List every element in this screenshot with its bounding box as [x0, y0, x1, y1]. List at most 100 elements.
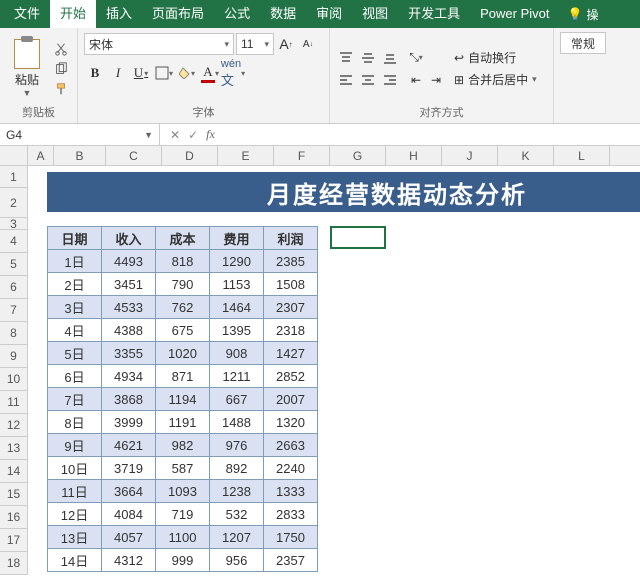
table-cell[interactable]: 908 [210, 342, 264, 365]
tab-data[interactable]: 数据 [260, 0, 306, 28]
table-cell[interactable]: 2852 [264, 365, 318, 388]
row-header[interactable]: 9 [0, 345, 28, 368]
table-cell[interactable]: 2357 [264, 549, 318, 572]
table-cell[interactable]: 1日 [48, 250, 102, 273]
row-header[interactable]: 15 [0, 483, 28, 506]
col-header[interactable]: G [330, 146, 386, 165]
bold-button[interactable]: B [84, 62, 106, 84]
row-header[interactable]: 12 [0, 414, 28, 437]
table-cell[interactable]: 2日 [48, 273, 102, 296]
phonetic-button[interactable]: wén文▾ [222, 62, 244, 84]
increase-indent-button[interactable]: ⇥ [426, 70, 446, 90]
row-header[interactable]: 4 [0, 230, 28, 253]
table-cell[interactable]: 3719 [102, 457, 156, 480]
table-cell[interactable]: 532 [210, 503, 264, 526]
row-header[interactable]: 5 [0, 253, 28, 276]
table-cell[interactable]: 3日 [48, 296, 102, 319]
table-cell[interactable]: 4934 [102, 365, 156, 388]
row-header[interactable]: 2 [0, 188, 28, 218]
row-header[interactable]: 16 [0, 506, 28, 529]
table-cell[interactable]: 10日 [48, 457, 102, 480]
table-cell[interactable]: 1333 [264, 480, 318, 503]
tab-file[interactable]: 文件 [4, 0, 50, 28]
tab-dev[interactable]: 开发工具 [398, 0, 470, 28]
table-cell[interactable]: 8日 [48, 411, 102, 434]
border-button[interactable]: ▾ [153, 62, 175, 84]
table-cell[interactable]: 2240 [264, 457, 318, 480]
tab-layout[interactable]: 页面布局 [142, 0, 214, 28]
table-cell[interactable]: 976 [210, 434, 264, 457]
row-header[interactable]: 13 [0, 437, 28, 460]
table-cell[interactable]: 675 [156, 319, 210, 342]
cut-button[interactable] [52, 40, 70, 58]
italic-button[interactable]: I [107, 62, 129, 84]
table-cell[interactable]: 4312 [102, 549, 156, 572]
table-cell[interactable]: 790 [156, 273, 210, 296]
merge-center-button[interactable]: ⊞合并后居中▾ [454, 70, 537, 90]
col-header[interactable]: C [106, 146, 162, 165]
cancel-formula-button[interactable]: ✕ [170, 128, 180, 142]
align-bottom-button[interactable] [380, 48, 400, 68]
row-header[interactable]: 18 [0, 552, 28, 575]
tab-home[interactable]: 开始 [50, 0, 96, 28]
font-color-button[interactable]: A▾ [199, 62, 221, 84]
table-cell[interactable]: 9日 [48, 434, 102, 457]
row-header[interactable]: 1 [0, 166, 28, 188]
table-cell[interactable]: 12日 [48, 503, 102, 526]
table-cell[interactable]: 818 [156, 250, 210, 273]
wrap-text-button[interactable]: ↩自动换行 [454, 48, 537, 68]
row-header[interactable]: 10 [0, 368, 28, 391]
table-cell[interactable]: 11日 [48, 480, 102, 503]
align-left-button[interactable] [336, 70, 356, 90]
table-cell[interactable]: 4388 [102, 319, 156, 342]
decrease-indent-button[interactable]: ⇤ [406, 70, 426, 90]
table-cell[interactable]: 2663 [264, 434, 318, 457]
table-cell[interactable]: 1238 [210, 480, 264, 503]
col-header[interactable]: A [28, 146, 54, 165]
table-cell[interactable]: 1290 [210, 250, 264, 273]
align-center-button[interactable] [358, 70, 378, 90]
font-family-select[interactable]: 宋体▾ [84, 33, 234, 55]
table-cell[interactable]: 1153 [210, 273, 264, 296]
table-cell[interactable]: 1488 [210, 411, 264, 434]
col-header[interactable]: L [554, 146, 610, 165]
col-header[interactable]: D [162, 146, 218, 165]
tab-insert[interactable]: 插入 [96, 0, 142, 28]
table-cell[interactable]: 4057 [102, 526, 156, 549]
select-all-corner[interactable] [0, 146, 28, 165]
table-cell[interactable]: 1100 [156, 526, 210, 549]
table-cell[interactable]: 1464 [210, 296, 264, 319]
col-header[interactable]: F [274, 146, 330, 165]
table-cell[interactable]: 4日 [48, 319, 102, 342]
table-cell[interactable]: 3999 [102, 411, 156, 434]
row-header[interactable]: 8 [0, 322, 28, 345]
align-top-button[interactable] [336, 48, 356, 68]
table-cell[interactable]: 1211 [210, 365, 264, 388]
table-cell[interactable]: 1194 [156, 388, 210, 411]
font-size-select[interactable]: 11▾ [236, 33, 274, 55]
tab-view[interactable]: 视图 [352, 0, 398, 28]
decrease-font-button[interactable]: A↓ [298, 34, 318, 54]
table-cell[interactable]: 667 [210, 388, 264, 411]
table-cell[interactable]: 956 [210, 549, 264, 572]
name-box[interactable]: G4▼ [0, 124, 160, 145]
table-cell[interactable]: 5日 [48, 342, 102, 365]
table-cell[interactable]: 3868 [102, 388, 156, 411]
table-cell[interactable]: 999 [156, 549, 210, 572]
number-format-select[interactable]: 常规 [560, 32, 606, 54]
tab-review[interactable]: 审阅 [306, 0, 352, 28]
table-cell[interactable]: 587 [156, 457, 210, 480]
row-header[interactable]: 3 [0, 218, 28, 230]
row-header[interactable]: 17 [0, 529, 28, 552]
table-cell[interactable]: 892 [210, 457, 264, 480]
table-cell[interactable]: 1207 [210, 526, 264, 549]
align-middle-button[interactable] [358, 48, 378, 68]
table-cell[interactable]: 1093 [156, 480, 210, 503]
table-cell[interactable]: 871 [156, 365, 210, 388]
align-right-button[interactable] [380, 70, 400, 90]
table-cell[interactable]: 2833 [264, 503, 318, 526]
col-header[interactable]: E [218, 146, 274, 165]
table-cell[interactable]: 2307 [264, 296, 318, 319]
copy-button[interactable] [52, 60, 70, 78]
table-cell[interactable]: 2318 [264, 319, 318, 342]
